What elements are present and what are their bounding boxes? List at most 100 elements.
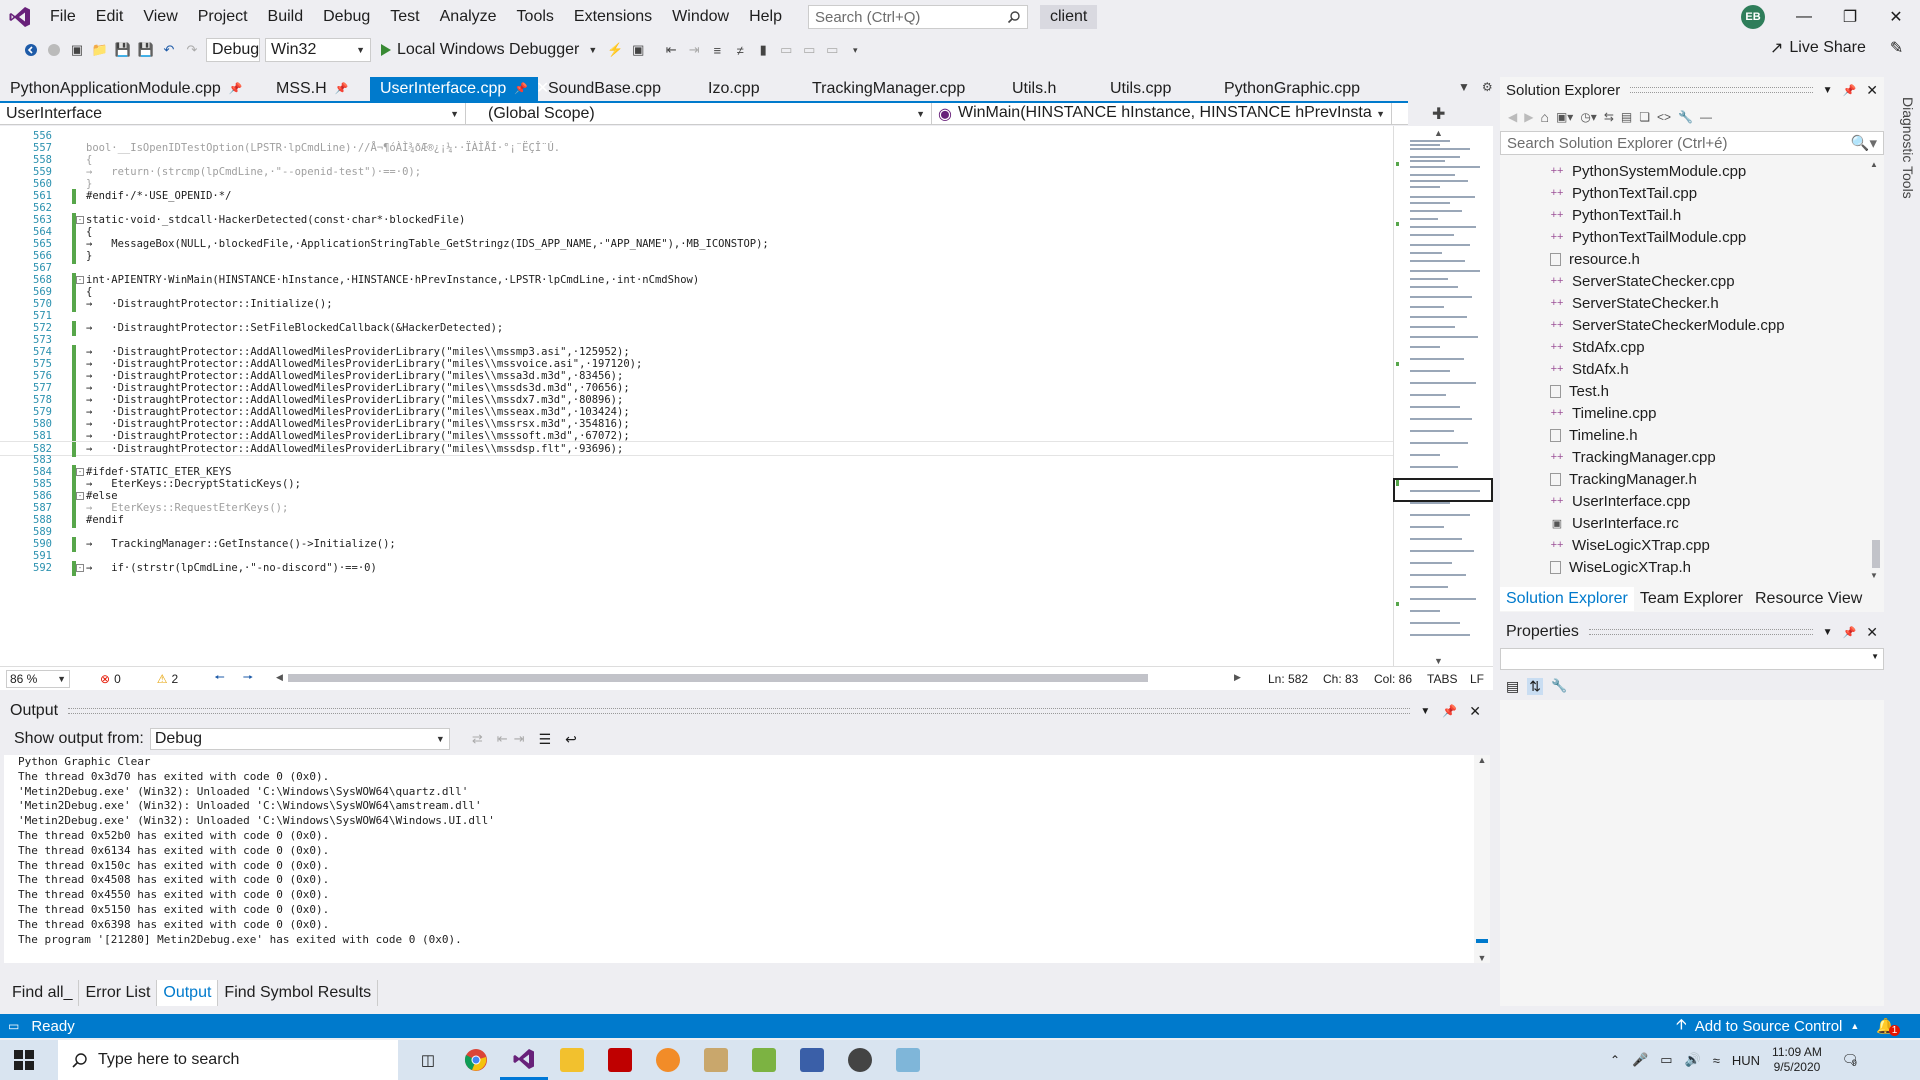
visual-studio-icon[interactable] xyxy=(500,1040,548,1080)
show-all-files-icon[interactable]: ❏ xyxy=(1639,110,1650,124)
tab-find-symbol-results[interactable]: Find Symbol Results xyxy=(218,980,379,1006)
save-all-icon[interactable]: 💾 xyxy=(137,41,155,59)
errors-indicator[interactable]: ⊗ 0 xyxy=(100,672,121,686)
menu-file[interactable]: File xyxy=(40,0,86,34)
tab-solution-explorer[interactable]: Solution Explorer xyxy=(1500,587,1634,611)
solution-tree-item[interactable]: resource.h xyxy=(1550,248,1640,270)
code-line[interactable]: 592 - → if·(strstr(lpCmdLine,·"-no-discord… xyxy=(0,561,1393,576)
property-pages-icon[interactable]: 🔧 xyxy=(1551,678,1567,694)
navigate-forward-icon[interactable] xyxy=(45,41,63,59)
solution-tree-item[interactable]: ++ StdAfx.h xyxy=(1550,358,1629,380)
bookmark-icon[interactable]: ▮ xyxy=(754,41,772,59)
collapse-all-icon[interactable]: ▤ xyxy=(1621,110,1632,124)
output-scrollbar[interactable]: ▲ ▼ xyxy=(1474,755,1490,963)
action-center-icon[interactable]: 🗨 9 xyxy=(1842,1052,1859,1068)
redo-icon[interactable]: ↷ xyxy=(183,41,201,59)
volume-icon[interactable]: 🔊 xyxy=(1685,1052,1701,1068)
menu-test[interactable]: Test xyxy=(380,0,429,34)
menu-view[interactable]: View xyxy=(133,0,187,34)
language-indicator[interactable]: HUN xyxy=(1732,1053,1760,1068)
chevron-down-icon[interactable]: ▼ xyxy=(588,45,597,55)
close-icon[interactable]: ✕ xyxy=(1866,624,1878,641)
fold-toggle-icon[interactable]: - xyxy=(76,492,84,500)
scroll-down-icon[interactable]: ▼ xyxy=(1474,953,1490,963)
tab-izo[interactable]: Izo.cpp xyxy=(698,77,802,101)
diagnostic-tools-tab[interactable]: Diagnostic Tools xyxy=(1890,76,1916,216)
warnings-indicator[interactable]: ⚠ 2 xyxy=(157,672,178,686)
live-share-button[interactable]: ↗ Live Share ✎ xyxy=(1770,38,1903,58)
pin-icon[interactable]: 📌 xyxy=(335,77,349,101)
pin-icon[interactable]: 📌 xyxy=(1442,704,1457,718)
panel-menu-icon[interactable]: ▼ xyxy=(1823,85,1833,96)
solution-tree-item[interactable]: ++ UserInterface.cpp xyxy=(1550,490,1691,512)
game-app-icon[interactable] xyxy=(836,1040,884,1080)
prev-message-icon[interactable]: ⇤ xyxy=(497,731,508,747)
pin-icon[interactable]: 📌 xyxy=(514,77,528,101)
source-control-button[interactable]: 🡩 Add to Source Control ▲ xyxy=(1676,1014,1859,1039)
output-source-select[interactable]: Debug ▼ xyxy=(149,728,450,750)
menu-extensions[interactable]: Extensions xyxy=(564,0,662,34)
scroll-right-icon[interactable]: ▶ xyxy=(1234,672,1241,683)
solution-tree-item[interactable]: Test.h xyxy=(1550,380,1609,402)
forward-icon[interactable]: ▶ xyxy=(1524,110,1533,124)
tab-list-icon[interactable]: ▼ xyxy=(1458,80,1470,94)
solution-tree-item[interactable]: ++ PythonTextTail.h xyxy=(1550,204,1682,226)
scroll-down-icon[interactable]: ▼ xyxy=(1870,571,1878,580)
tab-team-explorer[interactable]: Team Explorer xyxy=(1634,587,1749,611)
next-message-icon[interactable]: ⇥ xyxy=(514,731,525,747)
start-debugging-button[interactable]: Local Windows Debugger ▼ xyxy=(376,41,601,59)
restore-icon[interactable]: ❐ xyxy=(1827,0,1873,34)
feedback-icon[interactable]: ✎ xyxy=(1890,38,1903,58)
menu-project[interactable]: Project xyxy=(188,0,258,34)
tab-find-all[interactable]: Find all_ xyxy=(0,980,80,1006)
scroll-up-icon[interactable]: ▲ xyxy=(1474,755,1490,765)
menu-analyze[interactable]: Analyze xyxy=(430,0,507,34)
step-icon[interactable]: ⇤ xyxy=(662,41,680,59)
server-app-icon[interactable] xyxy=(788,1040,836,1080)
scroll-down-icon[interactable]: ▼ xyxy=(1434,656,1443,666)
solution-tree-item[interactable]: Timeline.h xyxy=(1550,424,1638,446)
fold-toggle-icon[interactable]: - xyxy=(76,564,84,572)
solution-tree-item[interactable]: ++ ServerStateChecker.cpp xyxy=(1550,270,1735,292)
code-minimap[interactable] xyxy=(1393,126,1493,666)
close-icon[interactable]: ✕ xyxy=(1873,0,1919,34)
word-wrap-icon[interactable]: ↩ xyxy=(565,731,577,748)
close-icon[interactable]: ✕ xyxy=(1469,703,1481,720)
menu-window[interactable]: Window xyxy=(662,0,739,34)
solution-tree-scrollbar[interactable]: ▲ ▼ xyxy=(1870,160,1880,580)
tools-app-icon[interactable] xyxy=(692,1040,740,1080)
pending-changes-icon[interactable]: ◷▾ xyxy=(1580,110,1597,124)
tab-utils-cpp[interactable]: Utils.cpp xyxy=(1100,77,1214,101)
next-bookmark-icon[interactable]: ▭ xyxy=(800,41,818,59)
sync-icon[interactable]: ⇆ xyxy=(1604,110,1614,124)
tab-output[interactable]: Output xyxy=(157,980,219,1006)
undo-icon[interactable]: ↶ xyxy=(160,41,178,59)
menu-build[interactable]: Build xyxy=(258,0,314,34)
outdent-icon[interactable]: ⇥ xyxy=(685,41,703,59)
switch-views-icon[interactable]: ▣▾ xyxy=(1556,110,1573,124)
tab-error-list[interactable]: Error List xyxy=(79,980,158,1006)
microphone-icon[interactable]: 🎤 xyxy=(1632,1052,1648,1068)
solution-tree-item[interactable]: ++ PythonTextTailModule.cpp xyxy=(1550,226,1747,248)
menu-help[interactable]: Help xyxy=(739,0,792,34)
save-icon[interactable]: 💾 xyxy=(114,41,132,59)
scroll-up-icon[interactable]: ▲ xyxy=(1434,128,1443,138)
home-icon[interactable]: ⌂ xyxy=(1540,109,1548,125)
preview-icon[interactable]: — xyxy=(1700,110,1712,124)
properties-object-select[interactable]: ▼ xyxy=(1500,648,1884,670)
fold-toggle-icon[interactable]: - xyxy=(76,468,84,476)
find-message-icon[interactable]: ⇄ xyxy=(472,731,483,747)
properties-wrench-icon[interactable]: 🔧 xyxy=(1678,110,1693,124)
zoom-select[interactable]: 86 % ▼ xyxy=(6,669,70,688)
tray-expand-icon[interactable]: ⌃ xyxy=(1610,1053,1620,1067)
tabs-indicator[interactable]: TABS xyxy=(1427,672,1457,686)
solution-explorer-search[interactable]: Search Solution Explorer (Ctrl+é) 🔍▾ xyxy=(1500,131,1884,155)
horizontal-scrollbar[interactable] xyxy=(288,674,1148,682)
navigate-forward-icon[interactable]: 🠖 xyxy=(243,668,254,689)
notepad-icon[interactable] xyxy=(740,1040,788,1080)
prev-bookmark-icon[interactable]: ▭ xyxy=(777,41,795,59)
new-project-icon[interactable]: ▣ xyxy=(68,41,86,59)
tab-resource-view[interactable]: Resource View xyxy=(1749,587,1868,611)
avatar[interactable]: EB xyxy=(1741,5,1765,29)
solution-tree-item[interactable]: ++ StdAfx.cpp xyxy=(1550,336,1645,358)
